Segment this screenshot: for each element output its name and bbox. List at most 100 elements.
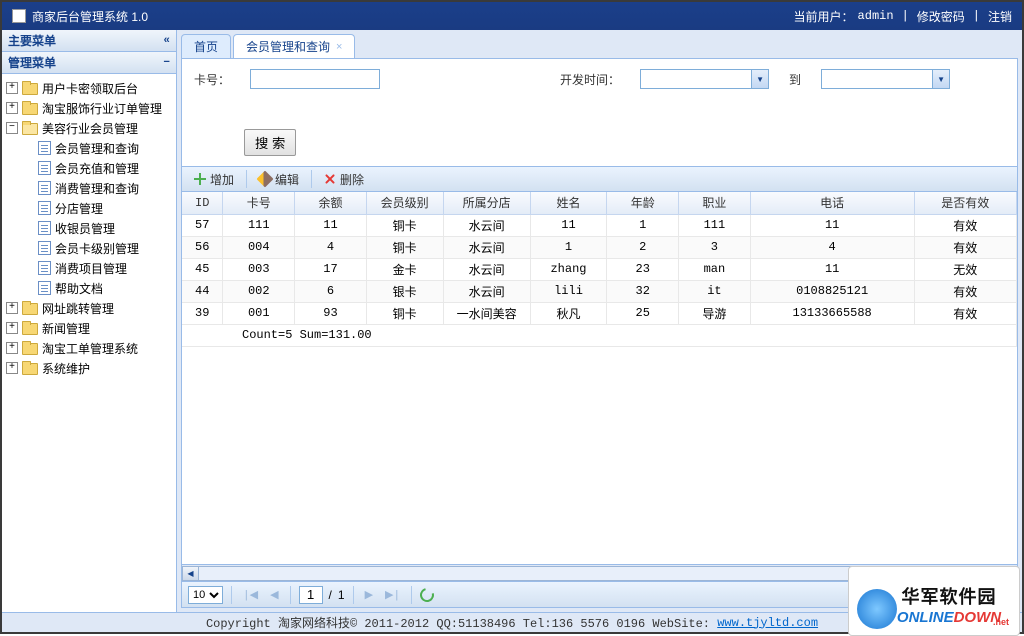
next-page-button[interactable]: ▶ <box>362 588 376 602</box>
tab-home-label: 首页 <box>194 38 218 55</box>
tree-node-label: 帮助文档 <box>55 280 103 297</box>
tree-expand-icon[interactable]: + <box>6 302 18 314</box>
tab-member-query[interactable]: 会员管理和查询 × <box>233 34 355 58</box>
table-cell: 17 <box>295 258 367 280</box>
tree-node[interactable]: 收银员管理 <box>2 218 176 238</box>
summary-row: Count=5 Sum=131.00 <box>182 324 1017 346</box>
column-header[interactable]: 职业 <box>679 192 751 214</box>
table-row[interactable]: 5711111铜卡水云间11111111有效 <box>182 214 1017 236</box>
edit-button[interactable]: 编辑 <box>253 169 305 190</box>
search-button[interactable]: 搜 索 <box>244 129 296 156</box>
tree-node[interactable]: 帮助文档 <box>2 278 176 298</box>
change-password-link[interactable]: 修改密码 <box>917 8 965 25</box>
tree-node[interactable]: 消费管理和查询 <box>2 178 176 198</box>
table-cell: 无效 <box>914 258 1016 280</box>
column-header[interactable]: 姓名 <box>530 192 607 214</box>
tree-node[interactable]: +系统维护 <box>2 358 176 378</box>
first-page-button[interactable]: |◀ <box>240 588 261 602</box>
card-input[interactable] <box>250 69 380 89</box>
tree-node-label: 新闻管理 <box>42 320 90 337</box>
date-to-combo[interactable] <box>821 69 950 89</box>
tree-node[interactable]: 分店管理 <box>2 198 176 218</box>
column-header[interactable]: 电话 <box>750 192 914 214</box>
last-page-button[interactable]: ▶| <box>382 588 403 602</box>
tree-node[interactable]: 消费项目管理 <box>2 258 176 278</box>
page-size-select[interactable]: 10 <box>188 586 223 604</box>
tree-node[interactable]: 会员卡级别管理 <box>2 238 176 258</box>
date-from-combo[interactable] <box>640 69 769 89</box>
document-icon <box>38 161 51 175</box>
table-cell: 11 <box>295 214 367 236</box>
add-button[interactable]: 增加 <box>188 169 240 190</box>
minus-icon[interactable]: − <box>163 57 170 69</box>
sidebar: 主要菜单 « 管理菜单 − +用户卡密领取后台+淘宝服饰行业订单管理 − 美容行业会… <box>2 30 177 612</box>
tree-expand-icon[interactable]: + <box>6 342 18 354</box>
page-input[interactable] <box>299 586 323 604</box>
tree-node-label: 美容行业会员管理 <box>42 120 138 137</box>
main-menu-title: 主要菜单 <box>8 32 56 49</box>
separator <box>246 170 247 188</box>
collapse-icon[interactable]: « <box>163 35 170 47</box>
website-link[interactable]: www.tjyltd.com <box>717 616 818 630</box>
column-header[interactable]: 余额 <box>295 192 367 214</box>
watermark-en: ONLINEDOWN <box>897 609 1001 626</box>
column-header[interactable]: 年龄 <box>607 192 679 214</box>
date-from-input[interactable] <box>641 70 751 88</box>
column-header[interactable]: 会员级别 <box>366 192 443 214</box>
column-header[interactable]: 卡号 <box>223 192 295 214</box>
table-cell: 水云间 <box>443 214 530 236</box>
prev-page-button[interactable]: ◀ <box>267 588 281 602</box>
table-cell: 有效 <box>914 280 1016 302</box>
table-row[interactable]: 440026银卡水云间lili32it0108825121有效 <box>182 280 1017 302</box>
dropdown-trigger-icon[interactable] <box>751 70 768 88</box>
tree-node[interactable]: 会员管理和查询 <box>2 138 176 158</box>
tree-node[interactable]: +淘宝服饰行业订单管理 <box>2 98 176 118</box>
column-header[interactable]: 所属分店 <box>443 192 530 214</box>
folder-icon <box>22 342 38 355</box>
delete-button[interactable]: 删除 <box>318 169 370 190</box>
main-menu-header[interactable]: 主要菜单 « <box>2 30 176 52</box>
tree-expand-icon[interactable]: + <box>6 322 18 334</box>
tree-expand-icon[interactable]: + <box>6 102 18 114</box>
table-row[interactable]: 4500317金卡水云间zhang23man11无效 <box>182 258 1017 280</box>
table-row[interactable]: 560044铜卡水云间1234有效 <box>182 236 1017 258</box>
table-cell: 11 <box>750 214 914 236</box>
admin-menu-header[interactable]: 管理菜单 − <box>2 52 176 74</box>
close-icon[interactable]: × <box>336 41 342 53</box>
current-user-name: admin <box>858 9 894 23</box>
tree-expand-icon[interactable]: + <box>6 82 18 94</box>
table-row[interactable]: 3900193铜卡一水间美容秋凡25导游13133665588有效 <box>182 302 1017 324</box>
refresh-icon[interactable] <box>418 585 437 604</box>
date-to-input[interactable] <box>822 70 932 88</box>
table-cell: 有效 <box>914 302 1016 324</box>
table-cell: 水云间 <box>443 258 530 280</box>
table-cell: 铜卡 <box>366 236 443 258</box>
table-cell: 44 <box>182 280 223 302</box>
table-cell: 93 <box>295 302 367 324</box>
tree-view: +用户卡密领取后台+淘宝服饰行业订单管理 − 美容行业会员管理会员管理和查询会员充值… <box>2 74 176 612</box>
tab-home[interactable]: 首页 <box>181 34 231 58</box>
separator <box>311 170 312 188</box>
table-cell: lili <box>530 280 607 302</box>
logout-link[interactable]: 注销 <box>988 8 1012 25</box>
tree-expand-icon[interactable]: + <box>6 362 18 374</box>
table-cell: 水云间 <box>443 236 530 258</box>
plus-icon <box>194 173 206 185</box>
tabs-bar: 首页 会员管理和查询 × <box>181 34 1018 58</box>
tree-node[interactable]: − 美容行业会员管理 <box>2 118 176 138</box>
tree-node[interactable]: 会员充值和管理 <box>2 158 176 178</box>
tree-node[interactable]: +用户卡密领取后台 <box>2 78 176 98</box>
dropdown-trigger-icon[interactable] <box>932 70 949 88</box>
table-cell: 56 <box>182 236 223 258</box>
data-grid[interactable]: ID卡号余额会员级别所属分店姓名年龄职业电话是否有效5711111铜卡水云间11… <box>182 192 1017 564</box>
tree-node[interactable]: +淘宝工单管理系统 <box>2 338 176 358</box>
tree-node[interactable]: + 新闻管理 <box>2 318 176 338</box>
data-table: ID卡号余额会员级别所属分店姓名年龄职业电话是否有效5711111铜卡水云间11… <box>182 192 1017 347</box>
tree-node[interactable]: +网址跳转管理 <box>2 298 176 318</box>
column-header[interactable]: ID <box>182 192 223 214</box>
scroll-left-button[interactable]: ◀ <box>182 566 199 581</box>
tree-node-label: 消费管理和查询 <box>55 180 139 197</box>
column-header[interactable]: 是否有效 <box>914 192 1016 214</box>
table-cell: 0108825121 <box>750 280 914 302</box>
tree-collapse-icon[interactable]: − <box>6 122 18 134</box>
